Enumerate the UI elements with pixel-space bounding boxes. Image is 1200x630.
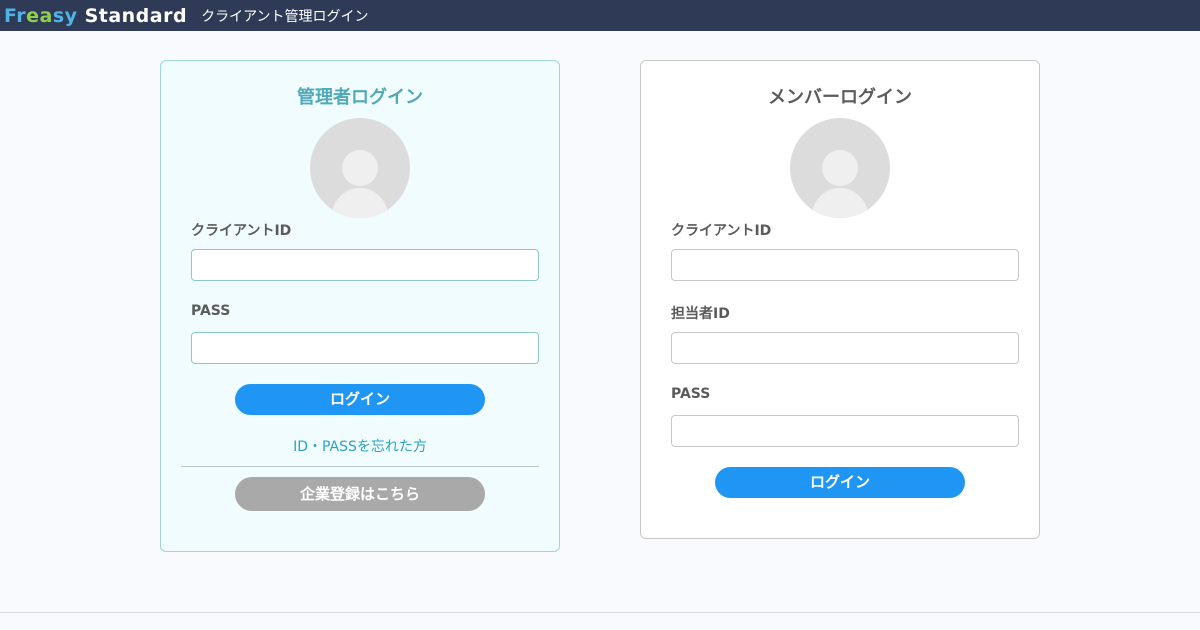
client-id-label: クライアントID bbox=[671, 223, 772, 239]
avatar-head bbox=[822, 150, 858, 186]
divider bbox=[181, 466, 539, 467]
logo-part: Standard bbox=[84, 4, 188, 27]
avatar-head bbox=[342, 150, 378, 186]
freeasy-logo[interactable]: Fr ea sy Standard bbox=[4, 5, 187, 27]
client-id-label: クライアントID bbox=[191, 223, 292, 239]
logo-part: Fr bbox=[4, 4, 27, 27]
user-silhouette-icon bbox=[790, 118, 890, 218]
client-id-input[interactable] bbox=[191, 249, 539, 281]
pass-label: PASS bbox=[191, 303, 231, 319]
member-login-card: メンバーログイン クライアントID 担当者ID PASS ログイン bbox=[640, 60, 1040, 539]
member-login-button[interactable]: ログイン bbox=[715, 467, 965, 498]
admin-login-title: 管理者ログイン bbox=[297, 87, 423, 108]
member-id-label: 担当者ID bbox=[671, 306, 730, 322]
client-id-input[interactable] bbox=[671, 249, 1019, 281]
member-login-title: メンバーログイン bbox=[768, 87, 912, 108]
header-title: クライアント管理ログイン bbox=[201, 8, 369, 25]
avatar-body bbox=[332, 188, 388, 218]
company-register-button[interactable]: 企業登録はこちら bbox=[235, 477, 485, 511]
header-bar: Fr ea sy Standard クライアント管理ログイン bbox=[0, 0, 1200, 31]
pass-input[interactable] bbox=[671, 415, 1019, 447]
pass-input[interactable] bbox=[191, 332, 539, 364]
member-id-input[interactable] bbox=[671, 332, 1019, 364]
admin-login-button[interactable]: ログイン bbox=[235, 384, 485, 415]
pass-label: PASS bbox=[671, 386, 711, 402]
forgot-id-pass-link[interactable]: ID・PASSを忘れた方 bbox=[161, 436, 559, 456]
logo-part: ea bbox=[26, 4, 53, 27]
admin-login-card: 管理者ログイン クライアントID PASS ログイン ID・PASSを忘れた方 … bbox=[160, 60, 560, 552]
footer-divider bbox=[0, 612, 1200, 613]
avatar-body bbox=[812, 188, 868, 218]
logo-part: sy bbox=[52, 4, 78, 27]
user-silhouette-icon bbox=[310, 118, 410, 218]
